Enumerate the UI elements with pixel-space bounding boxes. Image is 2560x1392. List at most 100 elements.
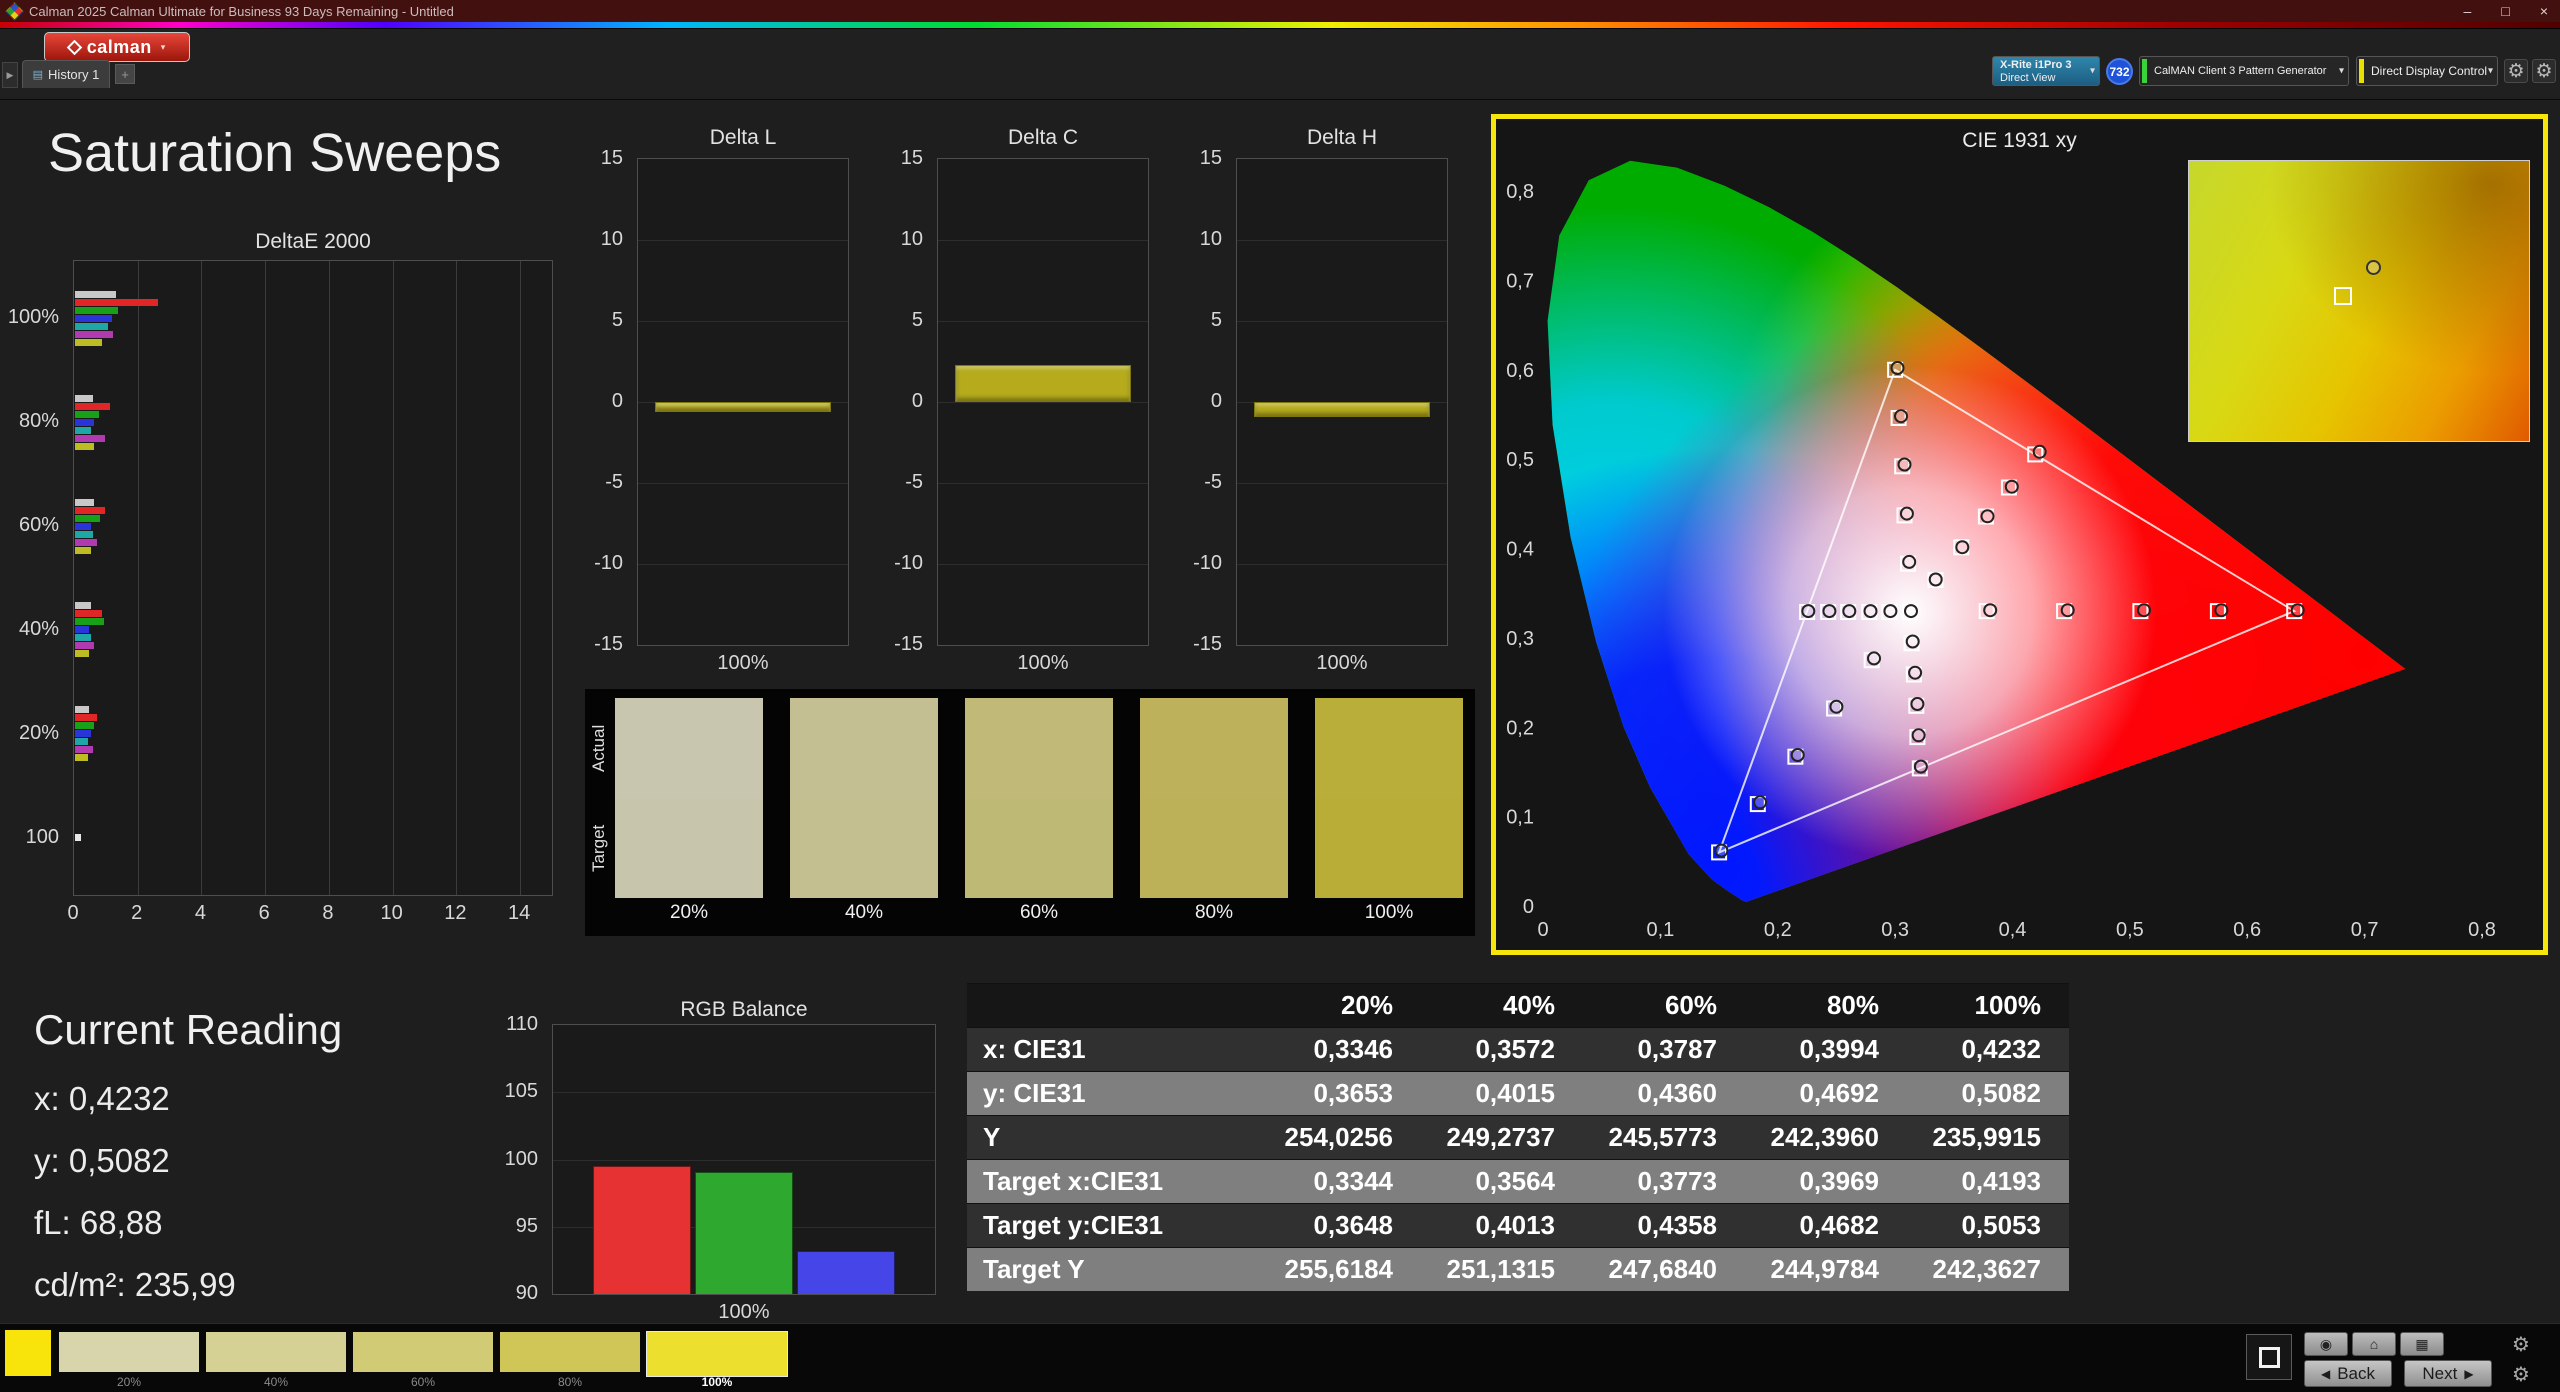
tab-history-1[interactable]: ▤ History 1 (22, 60, 110, 88)
rgb-bar-blue (797, 1250, 895, 1294)
deltaE-bar (75, 330, 114, 338)
target-swatch (1315, 798, 1463, 898)
table-cell: 0,4682 (1799, 1210, 1879, 1240)
close-icon[interactable]: × (2540, 3, 2548, 19)
svg-text:0,8: 0,8 (2468, 919, 2496, 941)
gear-icon[interactable]: ⚙ (2504, 59, 2528, 83)
svg-text:0,6: 0,6 (2233, 919, 2261, 941)
table-cell: 244,9784 (1770, 1254, 1879, 1284)
gear-icon[interactable]: ⚙ (2532, 59, 2556, 83)
back-button[interactable]: ◀ Back (2304, 1360, 2392, 1387)
pattern-swatch-100%[interactable] (646, 1331, 788, 1377)
x-tick-label: 4 (194, 902, 207, 924)
calman-logo-button[interactable]: calman ▾ (44, 32, 190, 62)
measured-marker (1911, 728, 1926, 743)
comparator-swatch-label: 60% (1019, 902, 1059, 923)
x-tick-label: 6 (258, 902, 270, 924)
meter-status-badge[interactable]: 732 (2106, 58, 2133, 85)
gridline (553, 1092, 935, 1094)
measured-marker (1980, 509, 1995, 524)
actual-swatch (790, 698, 938, 798)
chevron-down-icon: ▾ (2487, 65, 2493, 77)
deltaH-x-label: 100% (1316, 652, 1368, 674)
deltaE-bar (75, 730, 91, 738)
actual-swatch (615, 698, 763, 798)
reading-x: x: 0,4232 (34, 1080, 170, 1117)
comparator-swatch-label: 100% (1364, 902, 1414, 923)
measured-marker (1902, 554, 1917, 569)
table-header-cell: 40% (1502, 990, 1555, 1020)
gear-icon[interactable]: ⚙ (2512, 1362, 2530, 1387)
deltaE-bar (75, 290, 117, 298)
pattern-swatch-80%[interactable] (500, 1332, 640, 1372)
svg-text:0,7: 0,7 (2351, 919, 2379, 941)
target-swatch (1140, 798, 1288, 898)
add-tab-button[interactable]: + (115, 64, 135, 84)
deltaE-bar (75, 642, 95, 650)
window-title: Calman 2025 Calman Ultimate for Business… (29, 3, 454, 19)
table-cell: 0,3653 (1313, 1078, 1393, 1108)
measured-marker (1913, 759, 1928, 774)
maximize-icon[interactable]: □ (2501, 3, 2509, 19)
pattern-generator-color-bar (2142, 59, 2147, 83)
x-tick-label: 14 (508, 902, 531, 924)
layout-grid-button[interactable]: ▦ (2400, 1332, 2444, 1356)
table-cell: 0,3572 (1475, 1034, 1555, 1064)
measured-marker (1714, 843, 1729, 858)
deltaC-chart (937, 158, 1149, 646)
deltaL-x-label: 100% (717, 652, 769, 674)
cie-chart-title: CIE 1931 xy (1962, 129, 2077, 152)
home-button[interactable]: ⌂ (2352, 1332, 2396, 1356)
deltaE-bar (75, 322, 109, 330)
next-button[interactable]: Next ▶ (2404, 1360, 2492, 1387)
pattern-window-button[interactable] (2246, 1334, 2292, 1380)
toolbar: calman ▾ ▶ ▤ History 1 + X-Rite i1Pro 3 … (0, 29, 2560, 100)
measured-marker (2365, 260, 2381, 276)
deltaE-bar (75, 706, 90, 714)
pattern-swatch-40%[interactable] (206, 1332, 346, 1372)
minimize-icon[interactable]: – (2464, 3, 2472, 19)
deltaE-bar (75, 338, 103, 346)
deltaE-bar (75, 834, 82, 842)
deltaL-bar (655, 402, 831, 412)
y-tick-label: -10 (894, 552, 923, 574)
y-tick-label: 100 (25, 825, 59, 848)
measured-marker (1867, 651, 1881, 666)
next-arrow-icon: ▶ (2464, 1366, 2474, 1381)
calman-window: Calman 2025 Calman Ultimate for Business… (0, 0, 2560, 1392)
pattern-window-icon (2258, 1346, 2280, 1368)
gridline (328, 261, 330, 895)
deltaE-bar (75, 314, 112, 322)
measured-marker (2032, 444, 2047, 459)
measured-marker (1905, 634, 1920, 649)
gear-icon[interactable]: ⚙ (2512, 1332, 2530, 1357)
comparator-swatch-80% (1140, 698, 1288, 898)
deltaE-bar (75, 394, 93, 402)
table-cell: 0,4360 (1637, 1078, 1717, 1108)
deltaE-bar (75, 602, 91, 610)
deltaE2000-y-axis: 100% 80% 60% 40% 20% 100 (3, 260, 67, 896)
svg-text:0,3: 0,3 (1506, 628, 1534, 650)
display-control-dropdown[interactable]: Direct Display Control ▾ (2356, 56, 2498, 86)
y-tick-label: -15 (1193, 633, 1222, 655)
pattern-generator-dropdown[interactable]: CalMAN Client 3 Pattern Generator ▾ (2139, 56, 2349, 86)
rgb-bar-green (695, 1171, 793, 1294)
comparator-swatch-20% (615, 698, 763, 898)
rgb-balance-y-axis: 110 105 100 95 90 (492, 1013, 546, 1304)
rgb-balance-x-label: 100% (718, 1301, 770, 1323)
gridline (938, 321, 1148, 322)
deltaE-bar (75, 610, 103, 618)
measure-button[interactable]: ◉ (2304, 1332, 2348, 1356)
meter-dropdown[interactable]: X-Rite i1Pro 3 Direct View ▾ (1992, 56, 2100, 86)
measured-marker (1801, 604, 1816, 619)
panel-expander-button[interactable]: ▶ (2, 62, 18, 88)
pattern-swatch-60%[interactable] (353, 1332, 493, 1372)
display-control-label: Direct Display Control (2371, 64, 2488, 78)
deltaC-x-label: 100% (1017, 652, 1069, 674)
svg-text:0: 0 (1537, 919, 1548, 941)
y-tick-label: 100% (7, 306, 59, 329)
reading-fl: fL: 68,88 (34, 1204, 163, 1241)
measured-marker (1753, 795, 1768, 810)
pattern-swatch-20%[interactable] (59, 1332, 199, 1372)
x-tick-label: 2 (131, 902, 143, 924)
